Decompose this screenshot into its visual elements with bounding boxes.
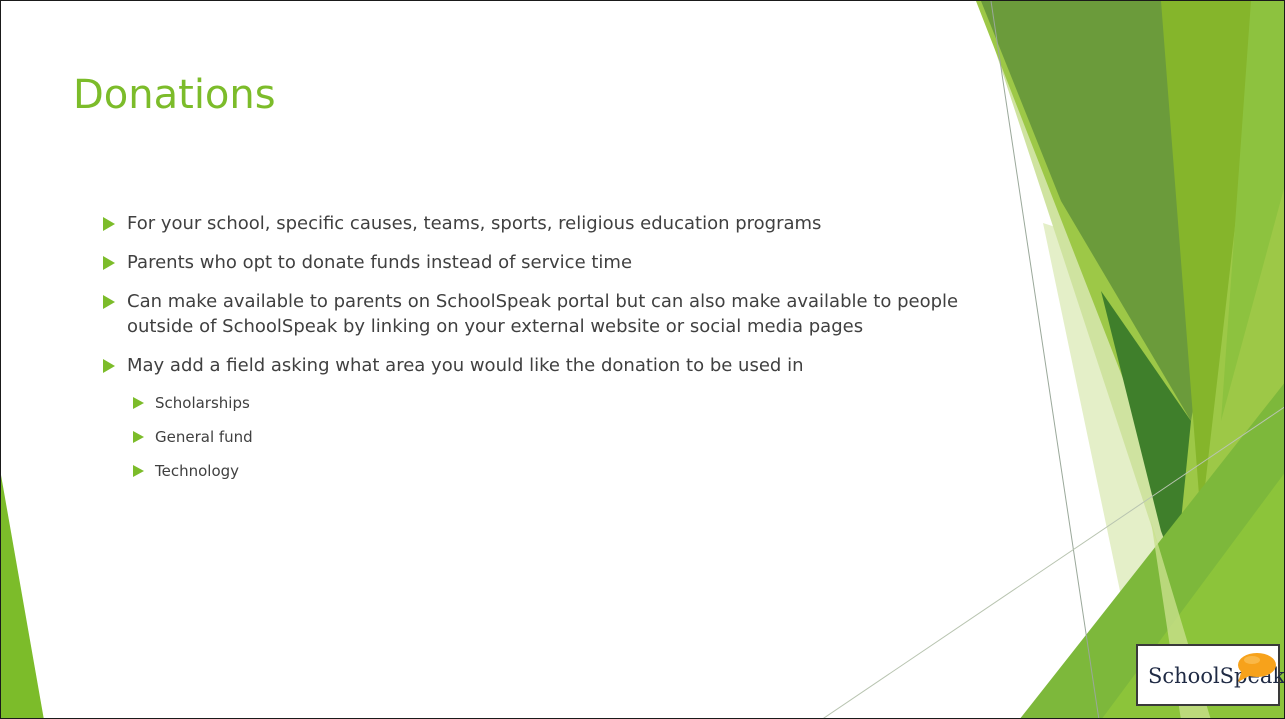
sub-bullet-text: Technology (155, 462, 240, 480)
triangle-arrow-icon (133, 431, 144, 443)
bullet-text: Parents who opt to donate funds instead … (127, 252, 633, 273)
bullet-list: For your school, specific causes, teams,… (103, 211, 965, 496)
triangle-arrow-icon (133, 397, 144, 409)
bullet-text: May add a field asking what area you wou… (127, 355, 804, 376)
sub-bullet-text: Scholarships (155, 394, 250, 412)
triangle-arrow-icon (103, 217, 115, 231)
slide: Donations For your school, specific caus… (0, 0, 1285, 719)
triangle-arrow-icon (103, 256, 115, 270)
sub-bullet-text: General fund (155, 428, 253, 446)
bullet-text: For your school, specific causes, teams,… (127, 213, 822, 234)
bullet-item: Parents who opt to donate funds instead … (103, 250, 965, 275)
bullet-item: Can make available to parents on SchoolS… (103, 289, 965, 339)
bullet-text: Can make available to parents on SchoolS… (127, 291, 959, 337)
triangle-arrow-icon (103, 295, 115, 309)
sub-bullet-list: Scholarships General fund Technology (127, 392, 965, 482)
sub-bullet-item: General fund (133, 426, 965, 448)
schoolspeak-logo: SchoolSpeak (1136, 644, 1284, 706)
speech-bubble-icon (1238, 653, 1276, 682)
sub-bullet-item: Scholarships (133, 392, 965, 414)
bullet-item: For your school, specific causes, teams,… (103, 211, 965, 236)
triangle-arrow-icon (133, 465, 144, 477)
sub-bullet-item: Technology (133, 460, 965, 482)
slide-title: Donations (73, 72, 276, 118)
bullet-item: May add a field asking what area you wou… (103, 353, 965, 482)
facet-left-sliver (1, 475, 44, 718)
triangle-arrow-icon (103, 359, 115, 373)
